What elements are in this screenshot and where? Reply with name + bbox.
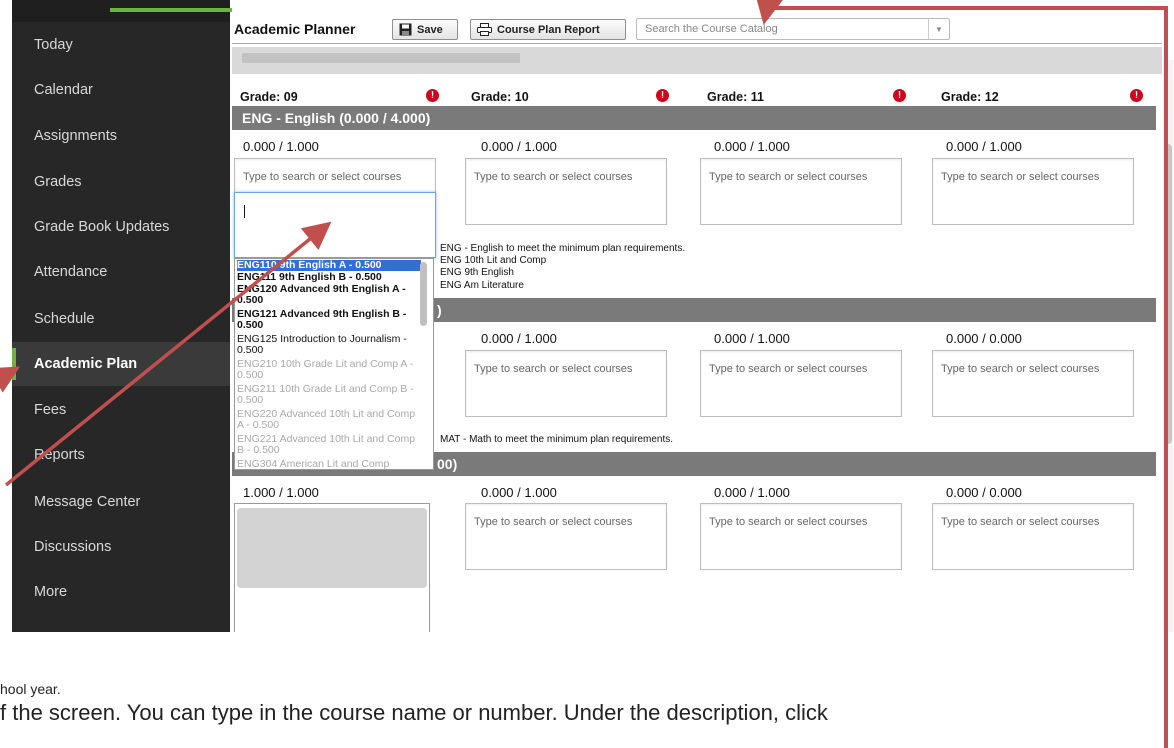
annotation-arrows (0, 0, 783, 487)
annotation-arrow (4, 221, 332, 487)
document-text-line: f the screen. You can type in the course… (0, 700, 828, 725)
annotation-frame-top (767, 6, 1168, 10)
document-text-line: hool year. (0, 681, 61, 697)
annotation-arrow (0, 366, 21, 393)
annotation-frame-right (1164, 6, 1168, 748)
